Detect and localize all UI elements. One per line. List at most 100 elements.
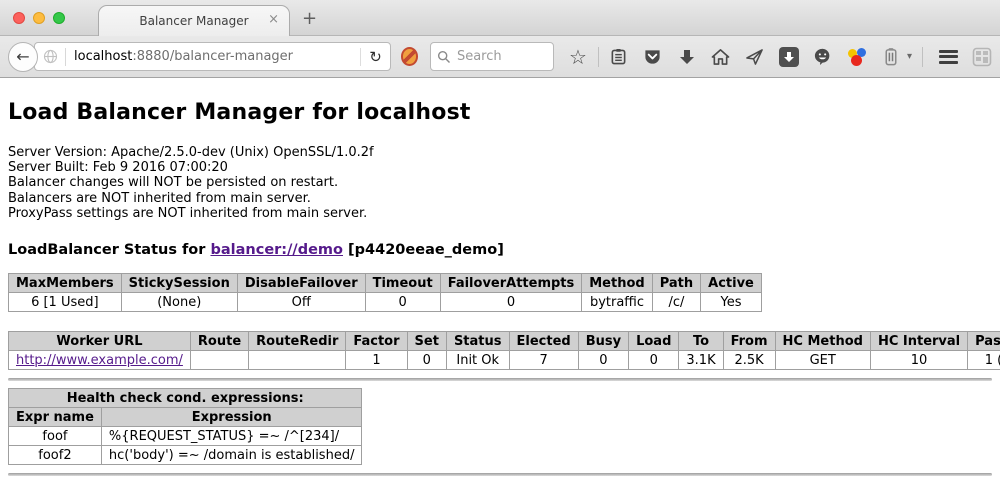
col-worker-url: Worker URL (9, 332, 191, 351)
bookmark-star-icon[interactable]: ☆ (568, 46, 588, 68)
battery-extension-icon[interactable] (881, 46, 901, 68)
col-hc-interval: HC Interval (870, 332, 967, 351)
tab-strip: Balancer Manager × + (0, 0, 1000, 36)
col-factor: Factor (346, 332, 407, 351)
search-input[interactable] (457, 49, 547, 64)
toolbar-divider-2 (922, 47, 923, 67)
balancer-inherit-note: Balancers are NOT inherited from main se… (8, 191, 992, 206)
col-routeredir: RouteRedir (249, 332, 346, 351)
reload-icon[interactable]: ↻ (360, 48, 384, 66)
new-tab-button[interactable]: + (302, 8, 317, 29)
cell-from: 2.5K (723, 351, 775, 370)
cell-passes: 1 (0) (968, 351, 1000, 370)
cell-set: 0 (407, 351, 446, 370)
page-bottom-divider (8, 473, 992, 476)
col-expression: Expression (101, 408, 362, 427)
cell-expr-name: foof (9, 427, 102, 446)
col-load: Load (629, 332, 679, 351)
cell-maxmembers: 6 [1 Used] (9, 293, 122, 312)
health-check-expressions-table: Health check cond. expressions: Expr nam… (8, 388, 362, 465)
toolbar-divider (598, 47, 599, 67)
tab-close-icon[interactable]: × (268, 13, 279, 26)
back-button[interactable]: ← (8, 42, 38, 72)
search-bar[interactable] (430, 42, 554, 71)
cell-expression: hc('body') =~ /domain is established/ (101, 446, 362, 465)
chat-smiley-icon[interactable] (813, 46, 833, 68)
col-timeout: Timeout (365, 274, 440, 293)
col-busy: Busy (578, 332, 628, 351)
cell-route (190, 351, 248, 370)
cell-timeout: 0 (365, 293, 440, 312)
table-row: http://www.example.com/ 1 0 Init Ok 7 0 … (9, 351, 1000, 370)
cell-load: 0 (629, 351, 679, 370)
cell-active: Yes (701, 293, 762, 312)
cell-routeredir (249, 351, 346, 370)
col-passes: Passes (968, 332, 1000, 351)
col-failoverattempts: FailoverAttempts (440, 274, 582, 293)
cell-method: bytraffic (582, 293, 652, 312)
url-divider (65, 48, 66, 66)
extension-dropdown-caret-icon[interactable]: ▾ (907, 51, 912, 62)
table-row: foof %{REQUEST_STATUS} =~ /^[234]/ (9, 427, 362, 446)
search-icon (437, 50, 451, 64)
tab-title: Balancer Manager (139, 14, 248, 28)
server-info: Server Version: Apache/2.5.0-dev (Unix) … (8, 145, 992, 221)
back-icon: ← (16, 47, 29, 66)
home-icon[interactable] (711, 46, 731, 68)
table-header-row: Worker URL Route RouteRedir Factor Set S… (9, 332, 1000, 351)
url-host: localhost (74, 49, 132, 64)
tab-groups-icon[interactable] (972, 46, 992, 68)
balancer-persist-note: Balancer changes will NOT be persisted o… (8, 175, 992, 190)
url-bar[interactable]: localhost:8880/balancer-manager ↻ (34, 42, 391, 71)
cell-expr-name: foof2 (9, 446, 102, 465)
window-controls (13, 12, 65, 24)
col-set: Set (407, 332, 446, 351)
table-header-row: MaxMembers StickySession DisableFailover… (9, 274, 762, 293)
cell-to: 3.1K (679, 351, 723, 370)
close-window-button[interactable] (13, 12, 25, 24)
tab-balancer-manager[interactable]: Balancer Manager × (98, 5, 290, 36)
minimize-window-button[interactable] (33, 12, 45, 24)
col-maxmembers: MaxMembers (9, 274, 122, 293)
globe-icon (43, 49, 58, 64)
page-content: Load Balancer Manager for localhost Serv… (0, 78, 1000, 490)
health-table-title: Health check cond. expressions: (9, 389, 362, 408)
col-active: Active (701, 274, 762, 293)
send-plane-icon[interactable] (745, 46, 765, 68)
cell-expression: %{REQUEST_STATUS} =~ /^[234]/ (101, 427, 362, 446)
col-to: To (679, 332, 723, 351)
cell-worker-url: http://www.example.com/ (9, 351, 191, 370)
cell-path: /c/ (652, 293, 700, 312)
col-hc-method: HC Method (775, 332, 870, 351)
url-text: localhost:8880/balancer-manager (74, 49, 293, 64)
downloads-arrow-icon[interactable] (677, 46, 697, 68)
loadbalancer-status-heading: LoadBalancer Status for balancer://demo … (8, 242, 992, 258)
download-manager-icon[interactable] (779, 47, 799, 67)
col-disablefailover: DisableFailover (237, 274, 365, 293)
zoom-window-button[interactable] (53, 12, 65, 24)
table-row: 6 [1 Used] (None) Off 0 0 bytraffic /c/ … (9, 293, 762, 312)
proxypass-inherit-note: ProxyPass settings are NOT inherited fro… (8, 206, 992, 221)
plugin-blocked-icon[interactable] (401, 47, 418, 66)
server-built-line: Server Built: Feb 9 2016 07:00:20 (8, 160, 992, 175)
col-expr-name: Expr name (9, 408, 102, 427)
status-prefix: LoadBalancer Status for (8, 242, 210, 258)
balancer-demo-link[interactable]: balancer://demo (210, 242, 343, 258)
cell-stickysession: (None) (121, 293, 237, 312)
url-path: :8880/balancer-manager (132, 49, 293, 64)
col-route: Route (190, 332, 248, 351)
menu-hamburger-icon[interactable] (939, 50, 958, 64)
cell-hc-method: GET (775, 351, 870, 370)
table-header-row: Expr name Expression (9, 408, 362, 427)
table-row: foof2 hc('body') =~ /domain is establish… (9, 446, 362, 465)
worker-url-link[interactable]: http://www.example.com/ (16, 353, 183, 368)
reading-list-icon[interactable] (609, 46, 629, 68)
colored-dots-extension-icon[interactable] (847, 47, 867, 67)
pocket-icon[interactable] (643, 46, 663, 68)
server-version-line: Server Version: Apache/2.5.0-dev (Unix) … (8, 145, 992, 160)
worker-status-table: Worker URL Route RouteRedir Factor Set S… (8, 331, 1000, 370)
section-divider (8, 378, 992, 381)
col-elected: Elected (509, 332, 578, 351)
cell-status: Init Ok (446, 351, 509, 370)
col-stickysession: StickySession (121, 274, 237, 293)
